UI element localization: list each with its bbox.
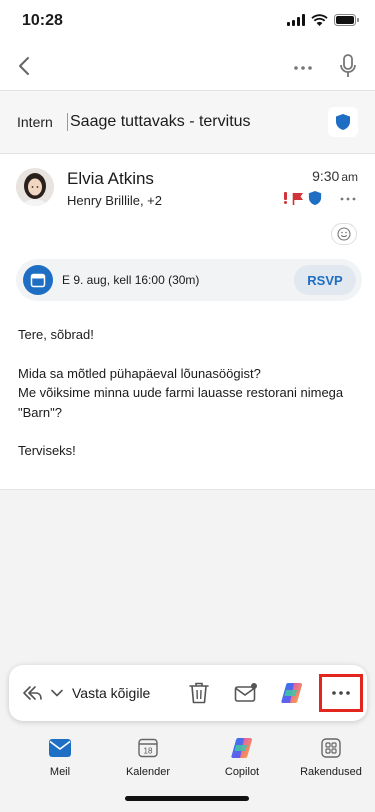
- reply-all-button[interactable]: Vasta kõigile: [72, 685, 150, 701]
- subject-bar: Intern Saage tuttavaks - tervitus: [0, 90, 375, 154]
- tab-copilot-label: Copilot: [224, 766, 260, 778]
- message-time: 9:30 am: [312, 168, 358, 184]
- calendar-icon: 18: [138, 738, 158, 758]
- email-subject: Saage tuttavaks - tervitus: [67, 113, 251, 131]
- sensitivity-label[interactable]: Intern: [17, 114, 53, 130]
- nav-bar: [0, 44, 375, 90]
- tab-copilot[interactable]: Copilot: [202, 736, 282, 778]
- tab-calendar[interactable]: 18 Kalender: [108, 736, 188, 778]
- event-datetime: E 9. aug, kell 16:00 (30m): [62, 273, 200, 287]
- more-icon: [332, 691, 350, 695]
- tab-mail-label: Meil: [49, 766, 71, 778]
- sender-name[interactable]: Elvia Atkins: [67, 169, 154, 189]
- avatar-photo: [16, 168, 54, 206]
- message-card: Elvia Atkins Henry Brillile, +2 9:30am: [0, 154, 375, 490]
- smiley-icon: [337, 227, 351, 241]
- message-more-icon[interactable]: [339, 190, 357, 208]
- shield-icon: [336, 114, 350, 130]
- more-actions-button[interactable]: [319, 674, 363, 712]
- mark-unread-icon[interactable]: [234, 682, 258, 704]
- more-options-icon[interactable]: [290, 55, 316, 81]
- body-line-1: Mida sa mõtled pühapäeval lõunasöögist?: [18, 365, 261, 381]
- status-icons: [287, 14, 359, 26]
- message-body: Tere, sõbrad! Mida sa mõtled pühapäeval …: [18, 325, 358, 480]
- body-closing: Terviseks!: [18, 443, 76, 458]
- tab-apps[interactable]: Rakendused: [291, 736, 371, 778]
- status-time: 10:28: [22, 12, 63, 29]
- calendar-event-icon: [23, 265, 53, 295]
- flag-icon: [292, 192, 303, 205]
- status-bar: 10:28: [0, 0, 375, 44]
- tab-apps-label: Rakendused: [300, 766, 362, 778]
- copilot-icon: [231, 738, 253, 758]
- action-bar: Vasta kõigile: [9, 665, 367, 721]
- tab-calendar-label: Kalender: [125, 766, 171, 778]
- delete-icon[interactable]: [188, 681, 210, 705]
- chevron-down-icon[interactable]: [50, 686, 64, 700]
- calendar-icon-date: 18: [144, 747, 153, 756]
- security-shield-button[interactable]: [328, 107, 358, 137]
- body-line-2: Me võiksime minna uude farmi lauasse res…: [18, 385, 344, 420]
- wifi-icon: [311, 14, 328, 26]
- high-importance-icon: [284, 192, 287, 204]
- avatar[interactable]: [16, 168, 54, 206]
- add-reaction-button[interactable]: [331, 223, 357, 245]
- signal-icon: [287, 14, 305, 26]
- message-time-suffix: am: [341, 170, 358, 184]
- message-time-value: 9:30: [312, 168, 340, 184]
- apps-icon: [321, 738, 341, 758]
- recipients[interactable]: Henry Brillile, +2: [67, 193, 162, 208]
- event-card[interactable]: E 9. aug, kell 16:00 (30m) RSVP: [16, 259, 362, 301]
- body-paragraph: Mida sa mõtled pühapäeval lõunasöögist? M…: [18, 364, 358, 423]
- home-indicator[interactable]: [125, 796, 249, 801]
- rsvp-button[interactable]: RSVP: [294, 265, 356, 295]
- microphone-icon[interactable]: [336, 52, 360, 80]
- body-greeting: Tere, sõbrad!: [18, 327, 94, 342]
- message-flags: [283, 190, 322, 206]
- mail-icon: [49, 739, 71, 757]
- back-icon[interactable]: [12, 52, 40, 80]
- battery-icon: [334, 14, 359, 26]
- reply-all-icon[interactable]: [21, 682, 43, 704]
- shield-icon: [308, 191, 322, 205]
- tab-mail[interactable]: Meil: [20, 736, 100, 778]
- copilot-icon[interactable]: [280, 681, 304, 705]
